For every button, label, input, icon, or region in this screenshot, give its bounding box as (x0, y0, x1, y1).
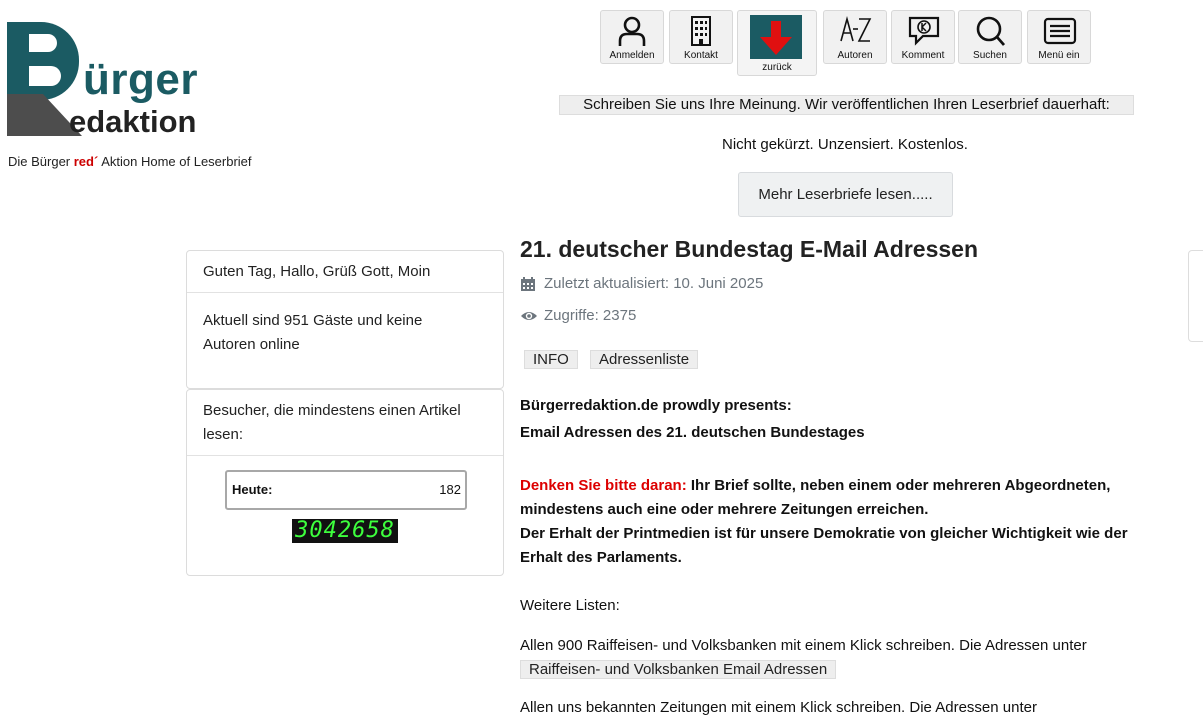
authors-button[interactable]: Autoren (823, 10, 887, 64)
building-icon (691, 16, 711, 46)
banks-paragraph: Allen 900 Raiffeisen- und Volksbanken mi… (520, 634, 1180, 682)
back-button[interactable]: zurück (737, 10, 817, 76)
article-updated-text: Zuletzt aktualisiert: 10. Juni 2025 (544, 275, 764, 292)
eye-icon (521, 312, 537, 320)
reminder-text1: Ihr Brief sollte, neben einem oder mehre… (686, 477, 1111, 494)
comments-button[interactable]: Komment (891, 10, 955, 64)
online-text-line2: Autoren online (203, 336, 300, 353)
logo-letter-b (7, 22, 79, 100)
tagline: Die Bürger red´ Aktion Home of Leserbrie… (8, 154, 252, 169)
search-label: Suchen (973, 50, 1007, 61)
today-value: 182 (439, 482, 461, 497)
search-icon (976, 16, 1006, 46)
article-reminder: Denken Sie bitte daran: Ihr Brief sollte… (520, 474, 1180, 570)
article-hits: Zugriffe: 2375 (520, 307, 720, 327)
visitors-heading-line2: lesen: (203, 426, 244, 443)
more-letters-button[interactable]: Mehr Leserbriefe lesen..... (738, 172, 953, 217)
visitor-counter-card: Besucher, die mindestens einen Artikel l… (186, 389, 504, 576)
authors-label: Autoren (837, 50, 873, 61)
greeting-card: Guten Tag, Hallo, Grüß Gott, Moin Aktuel… (186, 250, 504, 389)
more-lists-label: Weitere Listen: (520, 597, 620, 614)
tagline-suffix: Aktion Home of Leserbrief (98, 154, 252, 169)
online-text-line1: Aktuell sind 951 Gäste und keine (203, 312, 423, 329)
reminder-text4: Erhalt des Parlaments. (520, 549, 682, 566)
comments-label: Komment (901, 50, 945, 61)
intro-line2: Email Adressen des 21. deutschen Bundest… (520, 424, 865, 441)
side-panel-tab[interactable] (1188, 250, 1203, 342)
reminder-text3: Der Erhalt der Printmedien ist für unser… (520, 525, 1128, 542)
logo-text-burger: ürger (83, 55, 198, 104)
user-icon (618, 16, 646, 46)
greeting-text: Guten Tag, Hallo, Grüß Gott, Moin (203, 263, 431, 280)
tag-adressenliste[interactable]: Adressenliste (590, 350, 699, 369)
menu-label: Menü ein (1038, 50, 1080, 61)
a-z-icon (840, 15, 872, 42)
article-updated: Zuletzt aktualisiert: 10. Juni 2025 (520, 275, 820, 295)
back-icon-frame (750, 15, 802, 59)
today-label: Heute: (232, 482, 273, 497)
contact-label: Kontakt (684, 50, 718, 61)
article-intro: Bürgerredaktion.de prowdly presents: Ema… (520, 394, 1180, 445)
letter-invite-banner: Schreiben Sie uns Ihre Meinung. Wir verö… (559, 95, 1134, 115)
total-visitor-counter: 3042658 (292, 519, 398, 543)
logo-text-redaktion: edaktion (69, 104, 197, 139)
back-label: zurück (762, 62, 792, 73)
tagline-red: red (73, 154, 94, 169)
arrow-down-icon (760, 21, 792, 55)
intro-line1: Bürgerredaktion.de prowdly presents: (520, 397, 792, 414)
site-logo[interactable]: ürger edaktion (7, 22, 237, 142)
visitors-heading-line1: Besucher, die mindestens einen Artikel (203, 402, 461, 419)
article-hits-text: Zugriffe: 2375 (544, 307, 637, 324)
login-button[interactable]: Anmelden (600, 10, 664, 64)
search-button[interactable]: Suchen (958, 10, 1022, 64)
comment-icon (908, 16, 940, 46)
login-label: Anmelden (609, 50, 655, 61)
tagline-prefix: Die Bürger (8, 154, 74, 169)
tag-info[interactable]: INFO (524, 350, 578, 369)
today-counter-box: Heute: 182 (225, 470, 467, 510)
banks-link[interactable]: Raiffeisen- und Volksbanken Email Adress… (520, 660, 837, 679)
calendar-icon (521, 277, 535, 291)
banks-text: Allen 900 Raiffeisen- und Volksbanken mi… (520, 637, 1087, 654)
reminder-text2: mindestens auch eine oder mehrere Zeitun… (520, 501, 929, 518)
reminder-red: Denken Sie bitte daran: (520, 477, 687, 494)
contact-button[interactable]: Kontakt (669, 10, 733, 64)
menu-icon (1043, 17, 1077, 45)
papers-text: Allen uns bekannten Zeitungen mit einem … (520, 699, 1037, 716)
menu-button[interactable]: Menü ein (1027, 10, 1091, 64)
article-title: 21. deutscher Bundestag E-Mail Adressen (520, 236, 979, 262)
letter-invite-subtext: Nicht gekürzt. Unzensiert. Kostenlos. (722, 136, 968, 153)
